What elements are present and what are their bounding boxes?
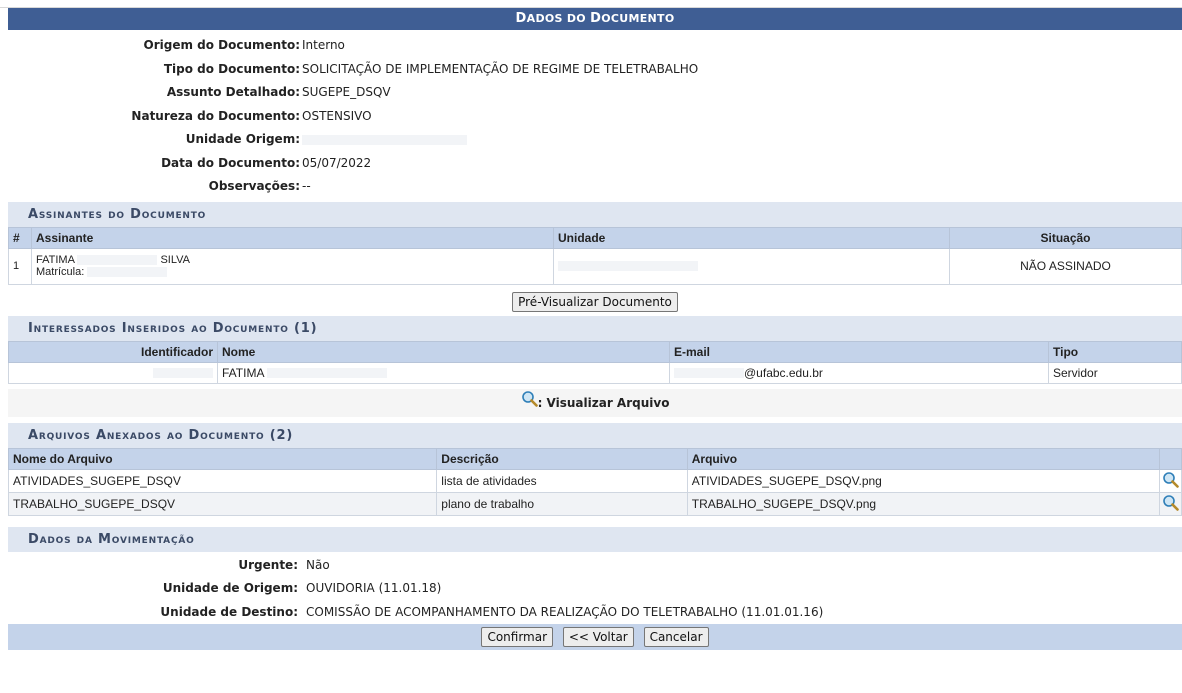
section-arquivos: Arquivos Anexados ao Documento (2) — [8, 422, 1182, 448]
table-header-row: Identificador Nome E-mail Tipo — [8, 340, 1182, 363]
row-nome-arquivo: ATIVIDADES_SUGEPE_DSQV — [7, 468, 438, 493]
assinante-last-name: SILVA — [160, 254, 190, 266]
field-urgente: Urgente: Não — [0, 554, 1182, 578]
field-data: Data do Documento: 05/07/2022 — [0, 152, 1182, 176]
label-tipo: Tipo do Documento: — [163, 61, 300, 76]
cancelar-button[interactable]: Cancelar — [643, 627, 709, 647]
field-assunto: Assunto Detalhado: SUGEPE_DSQV — [0, 81, 1182, 105]
table-header-row: # Assinante Unidade Situação — [8, 226, 1182, 249]
value-observacoes: -- — [302, 179, 311, 193]
field-unidade: Unidade Origem: — [0, 128, 1182, 152]
field-unidade-origem: Unidade de Origem: OUVIDORIA (11.01.18) — [0, 577, 1182, 601]
legend-bar: : Visualizar Arquivo — [8, 388, 1182, 417]
voltar-button[interactable]: << Voltar — [562, 627, 634, 647]
magnifier-icon — [521, 389, 538, 417]
matricula-label: Matrícula: — [36, 266, 85, 278]
value-tipo: SOLICITAÇÃO DE IMPLEMENTAÇÃO DE REGIME D… — [302, 61, 699, 76]
label-assunto: Assunto Detalhado: — [166, 85, 300, 99]
table-header-row: Nome do Arquivo Descrição Arquivo — [7, 447, 1182, 470]
col-acao — [1159, 447, 1182, 470]
field-unidade-destino: Unidade de Destino: COMISSÃO DE ACOMPANH… — [0, 601, 1182, 625]
redacted-matricula — [87, 267, 168, 278]
value-assunto: SUGEPE_DSQV — [302, 85, 391, 99]
field-observacoes: Observações: -- — [0, 175, 1182, 199]
row-descricao: plano de trabalho — [436, 491, 688, 516]
row-identificador-redacted — [8, 361, 218, 384]
col-identificador: Identificador — [8, 340, 218, 363]
footer-button-bar: Confirmar << Voltar Cancelar — [8, 624, 1182, 650]
table-row: 1 FATIMA SILVA Matrícula: NÃO ASSINADO — [8, 247, 1182, 285]
confirmar-button[interactable]: Confirmar — [481, 627, 554, 647]
label-unidade: Unidade Origem: — [185, 132, 300, 146]
col-num: # — [8, 226, 32, 249]
preview-bar: Pré-Visualizar Documento — [8, 291, 1182, 316]
arquivos-table: Nome do Arquivo Descrição Arquivo ATIVID… — [7, 447, 1182, 516]
interessados-table: Identificador Nome E-mail Tipo FATIMA @u… — [8, 340, 1182, 384]
col-assinante: Assinante — [31, 226, 554, 249]
col-situacao: Situação — [949, 226, 1182, 249]
magnifier-icon[interactable] — [1162, 494, 1179, 514]
row-situacao: NÃO ASSINADO — [949, 247, 1182, 285]
label-origem: Origem do Documento: — [143, 38, 300, 52]
col-tipo: Tipo — [1048, 340, 1182, 363]
row-unidade-redacted — [553, 247, 950, 285]
assinante-first-name: FATIMA — [36, 254, 75, 266]
row-num: 1 — [8, 247, 32, 285]
col-arquivo: Arquivo — [686, 447, 1161, 470]
field-natureza: Natureza do Documento: OSTENSIVO — [0, 105, 1182, 129]
row-arquivo: TRABALHO_SUGEPE_DSQV.png — [686, 491, 1161, 516]
field-origem: Origem do Documento: Interno — [0, 34, 1182, 58]
value-data: 05/07/2022 — [302, 155, 372, 170]
label-unidade-destino: Unidade de Destino: — [160, 604, 298, 619]
value-origem: Interno — [302, 38, 345, 52]
legend-text: : Visualizar Arquivo — [537, 395, 670, 410]
redacted-name — [77, 255, 158, 266]
table-row: TRABALHO_SUGEPE_DSQV plano de trabalho T… — [7, 491, 1182, 516]
main-caption: DADOS DO DOCUMENTO — [8, 8, 1182, 30]
value-unidade-redacted — [302, 128, 467, 152]
assinantes-table: # Assinante Unidade Situação 1 FATIMA SI… — [8, 226, 1182, 285]
row-nome-arquivo: TRABALHO_SUGEPE_DSQV — [7, 491, 438, 516]
value-natureza: OSTENSIVO — [302, 108, 372, 123]
table-row: FATIMA @ufabc.edu.br Servidor — [8, 361, 1182, 384]
view-file-button[interactable] — [1159, 491, 1182, 516]
row-assinante: FATIMA SILVA Matrícula: — [31, 247, 554, 285]
view-file-button[interactable] — [1159, 468, 1182, 493]
row-nome: FATIMA — [217, 361, 670, 384]
pre-visualizar-button[interactable]: Pré-Visualizar Documento — [512, 291, 678, 312]
field-tipo: Tipo do Documento: SOLICITAÇÃO DE IMPLEM… — [0, 58, 1182, 82]
top-border — [0, 0, 1182, 8]
col-unidade: Unidade — [553, 226, 950, 249]
value-urgente: Não — [306, 557, 330, 572]
row-descricao: lista de atividades — [436, 468, 688, 493]
section-movimentacao: Dados da Movimentação — [8, 526, 1182, 552]
col-nome-arquivo: Nome do Arquivo — [7, 447, 438, 470]
table-row: ATIVIDADES_SUGEPE_DSQV lista de atividad… — [7, 468, 1182, 493]
label-data: Data do Documento: — [161, 155, 300, 170]
row-tipo: Servidor — [1048, 361, 1182, 384]
document-details: Origem do Documento: Interno Tipo do Doc… — [0, 30, 1182, 199]
row-arquivo: ATIVIDADES_SUGEPE_DSQV.png — [686, 468, 1161, 493]
row-email: @ufabc.edu.br — [669, 361, 1049, 384]
col-descricao: Descrição — [436, 447, 688, 470]
label-unidade-origem: Unidade de Origem: — [162, 581, 298, 595]
section-interessados: Interessados Inseridos ao Documento (1) — [8, 315, 1182, 341]
label-natureza: Natureza do Documento: — [131, 108, 300, 123]
label-urgente: Urgente: — [238, 557, 298, 572]
section-assinantes: Assinantes do Documento — [8, 201, 1182, 227]
value-unidade-destino: COMISSÃO DE ACOMPANHAMENTO DA REALIZAÇÃO… — [306, 604, 824, 619]
col-nome: Nome — [217, 340, 670, 363]
magnifier-icon[interactable] — [1162, 471, 1179, 491]
value-unidade-origem: OUVIDORIA (11.01.18) — [306, 581, 442, 595]
col-email: E-mail — [669, 340, 1049, 363]
movimentacao-details: Urgente: Não Unidade de Origem: OUVIDORI… — [0, 552, 1182, 625]
label-observacoes: Observações: — [208, 179, 300, 193]
